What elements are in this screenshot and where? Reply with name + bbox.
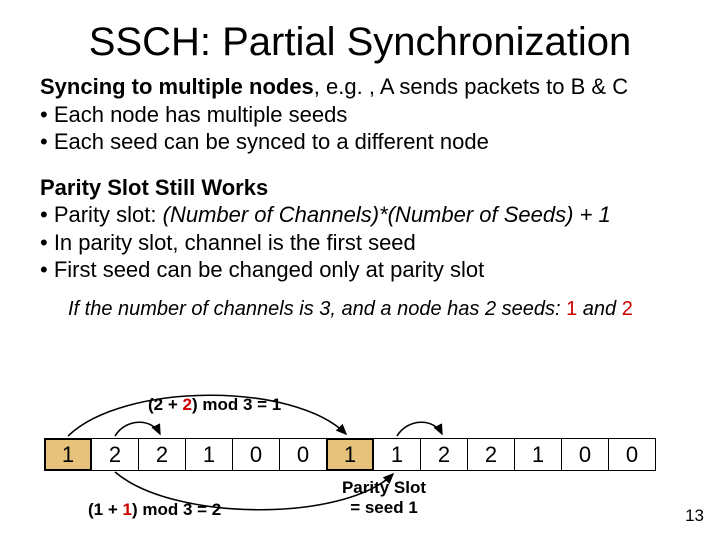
- ex-mid: and: [577, 298, 621, 320]
- parity-p1i: (Number of Channels)*(Number of Seeds) +…: [163, 202, 611, 227]
- ex-seed1: 1: [566, 298, 577, 320]
- seq-cell: 2: [467, 438, 515, 471]
- parity-p1a: • Parity slot:: [40, 202, 163, 227]
- slide-title: SSCH: Partial Synchronization: [0, 0, 720, 65]
- syncing-b1: • Each node has multiple seeds: [40, 102, 347, 127]
- parity-slot-label: Parity Slot = seed 1: [329, 478, 439, 517]
- fbot-r: 1: [123, 500, 132, 519]
- seq-cell: 2: [91, 438, 139, 471]
- page-number: 13: [685, 506, 704, 526]
- parity-l2: = seed 1: [350, 498, 418, 517]
- fbot-b: ) mod 3 = 2: [132, 500, 221, 519]
- seq-cell: 2: [138, 438, 186, 471]
- syncing-lead: Syncing to multiple nodes: [40, 74, 314, 99]
- example-line: If the number of channels is 3, and a no…: [68, 298, 720, 321]
- parity-l1: Parity Slot: [342, 478, 426, 497]
- ex-pre: If the number of channels is 3, and a no…: [68, 298, 566, 320]
- block-parity: Parity Slot Still Works • Parity slot: (…: [40, 174, 680, 284]
- seq-cell: 1: [44, 438, 92, 471]
- seq-cell: 1: [326, 438, 374, 471]
- seq-cell: 0: [561, 438, 609, 471]
- ex-seed2: 2: [622, 298, 633, 320]
- seq-cell: 1: [185, 438, 233, 471]
- parity-p2: • In parity slot, channel is the first s…: [40, 230, 416, 255]
- seq-cell: 0: [232, 438, 280, 471]
- syncing-b2: • Each seed can be synced to a different…: [40, 129, 489, 154]
- seq-cell: 0: [608, 438, 656, 471]
- seq-cell: 0: [279, 438, 327, 471]
- fbot-a: (1 +: [88, 500, 123, 519]
- seq-cell: 2: [420, 438, 468, 471]
- syncing-tail: , e.g. , A sends packets to B & C: [314, 74, 628, 99]
- seq-cell: 1: [514, 438, 562, 471]
- parity-lead: Parity Slot Still Works: [40, 175, 268, 200]
- sequence-row: 1221001122100: [44, 438, 656, 471]
- seq-cell: 1: [373, 438, 421, 471]
- formula-bottom: (1 + 1) mod 3 = 2: [88, 500, 221, 520]
- slide: SSCH: Partial Synchronization Syncing to…: [0, 0, 720, 540]
- parity-p3: • First seed can be changed only at pari…: [40, 257, 484, 282]
- block-syncing: Syncing to multiple nodes, e.g. , A send…: [40, 73, 680, 156]
